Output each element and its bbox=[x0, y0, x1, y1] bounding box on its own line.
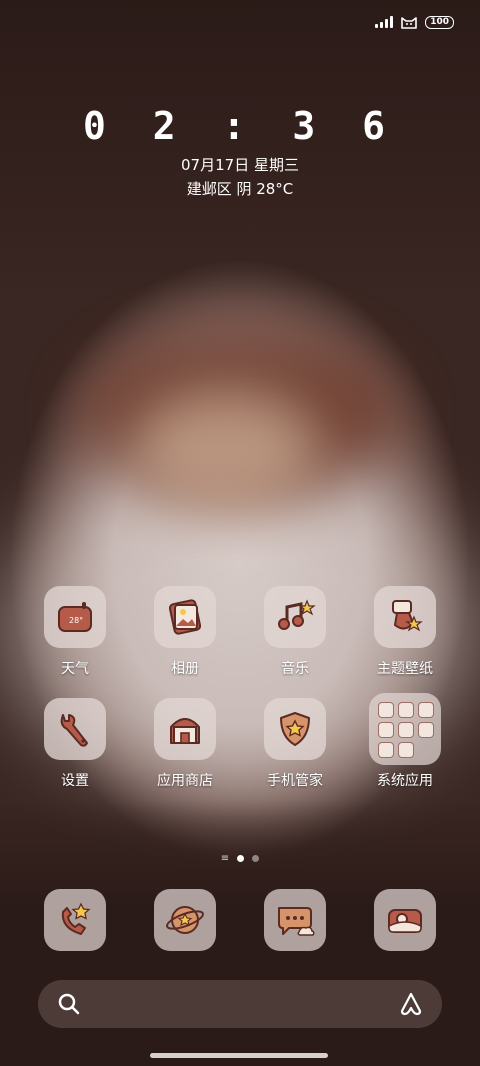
page-indicator[interactable]: ≡ bbox=[0, 853, 480, 864]
search-input[interactable] bbox=[92, 984, 388, 1024]
app-music[interactable]: 音乐 bbox=[240, 586, 350, 678]
app-label: 天气 bbox=[61, 661, 89, 677]
app-grid: 28° 天气 相册 音乐 主题壁纸 设置 应用商店 手机管家 系统应用 bbox=[20, 586, 460, 790]
dock-messages[interactable] bbox=[240, 889, 350, 951]
dock-phone[interactable] bbox=[20, 889, 130, 951]
app-store[interactable]: 应用商店 bbox=[130, 698, 240, 790]
messages-icon[interactable] bbox=[264, 889, 326, 951]
weather-icon[interactable]: 28° bbox=[44, 586, 106, 648]
camera-icon[interactable] bbox=[374, 889, 436, 951]
dock-camera[interactable] bbox=[350, 889, 460, 951]
dock-browser[interactable] bbox=[130, 889, 240, 951]
folder-icon[interactable] bbox=[369, 693, 441, 765]
weather-widget-temp: 28° bbox=[69, 616, 83, 625]
app-weather[interactable]: 28° 天气 bbox=[20, 586, 130, 678]
dock bbox=[20, 889, 460, 951]
assistant-icon[interactable] bbox=[398, 991, 424, 1017]
search-bar[interactable] bbox=[38, 980, 442, 1028]
app-gallery[interactable]: 相册 bbox=[130, 586, 240, 678]
home-indicator[interactable] bbox=[150, 1053, 328, 1058]
app-label: 手机管家 bbox=[267, 773, 323, 789]
themes-icon[interactable] bbox=[374, 586, 436, 648]
music-icon[interactable] bbox=[264, 586, 326, 648]
app-label: 相册 bbox=[171, 661, 199, 677]
app-label: 音乐 bbox=[281, 661, 309, 677]
app-label: 系统应用 bbox=[377, 773, 433, 789]
page-dot[interactable] bbox=[252, 855, 260, 862]
phone-icon[interactable] bbox=[44, 889, 106, 951]
gallery-icon[interactable] bbox=[154, 586, 216, 648]
app-folder-system[interactable]: 系统应用 bbox=[350, 693, 460, 790]
app-store-icon[interactable] bbox=[154, 698, 216, 760]
app-settings[interactable]: 设置 bbox=[20, 698, 130, 790]
battery-indicator: 100 bbox=[425, 15, 454, 29]
page-menu-icon[interactable]: ≡ bbox=[221, 853, 229, 864]
app-label: 主题壁纸 bbox=[377, 661, 433, 677]
signal-icon bbox=[375, 16, 394, 28]
security-icon[interactable] bbox=[264, 698, 326, 760]
settings-icon[interactable] bbox=[44, 698, 106, 760]
weather-text: 建邺区 阴 28°C bbox=[186, 180, 294, 198]
page-dot-active[interactable] bbox=[237, 855, 245, 862]
app-label: 应用商店 bbox=[157, 773, 213, 789]
app-themes[interactable]: 主题壁纸 bbox=[350, 586, 460, 678]
search-icon[interactable] bbox=[56, 991, 82, 1017]
app-security[interactable]: 手机管家 bbox=[240, 698, 350, 790]
app-label: 设置 bbox=[61, 773, 89, 789]
date-text: 07月17日 星期三 bbox=[181, 156, 299, 174]
wifi-cat-icon bbox=[401, 17, 418, 29]
browser-icon[interactable] bbox=[154, 889, 216, 951]
clock-time[interactable]: 0 2 : 3 6 bbox=[0, 104, 480, 148]
status-bar: 100 bbox=[375, 12, 454, 32]
